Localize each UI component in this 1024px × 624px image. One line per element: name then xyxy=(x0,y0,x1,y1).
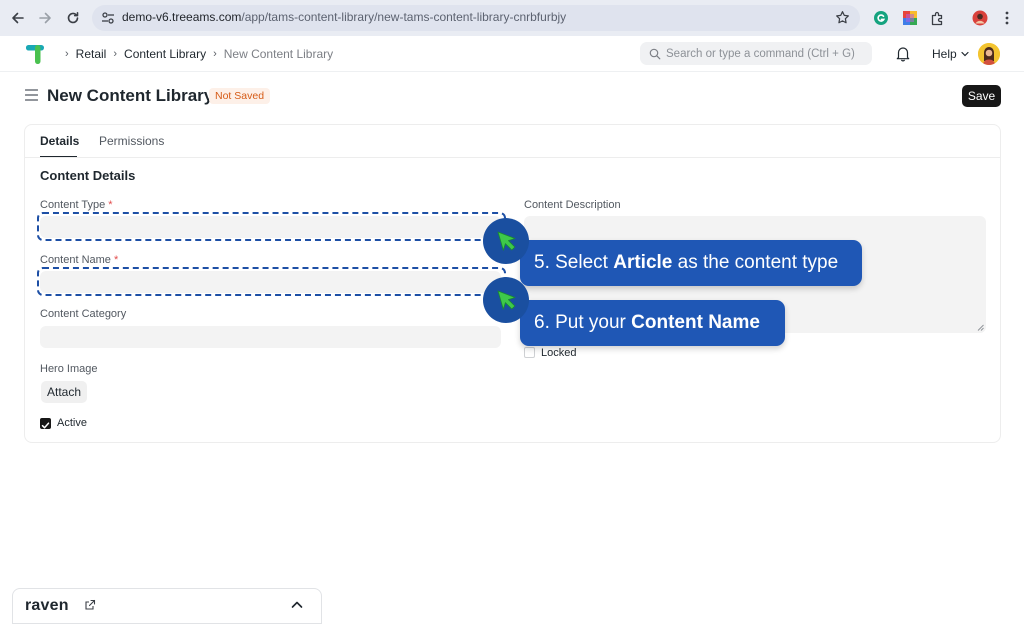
tab-details[interactable]: Details xyxy=(40,134,79,148)
locked-checkbox[interactable] xyxy=(524,347,535,358)
attach-button[interactable]: Attach xyxy=(41,381,87,403)
chevron-up-icon[interactable] xyxy=(290,599,304,611)
help-menu[interactable]: Help xyxy=(932,47,969,61)
content-name-label-text: Content Name xyxy=(40,254,111,266)
callout-step5-suffix: as the content type xyxy=(672,252,839,273)
checkmark-icon xyxy=(41,422,50,429)
breadcrumb: › Retail › Content Library › New Content… xyxy=(58,47,333,61)
url-host: demo-v6.treeams.com xyxy=(122,10,242,24)
callout-step5-prefix: 5. Select xyxy=(534,252,614,273)
help-label: Help xyxy=(932,47,957,61)
content-name-label: Content Name * xyxy=(40,254,118,266)
chevron-right-icon: › xyxy=(113,48,118,60)
active-tab-indicator xyxy=(40,156,77,157)
color-extension-icon[interactable] xyxy=(900,8,920,28)
site-settings-icon[interactable] xyxy=(101,11,115,25)
profile-icon[interactable] xyxy=(970,8,990,28)
grammarly-icon[interactable] xyxy=(871,8,891,28)
save-button[interactable]: Save xyxy=(962,85,1001,107)
chevron-right-icon: › xyxy=(65,48,69,60)
app-navbar: › Retail › Content Library › New Content… xyxy=(0,36,1024,72)
callout-step6-bold: Content Name xyxy=(631,312,760,333)
form-tabs: Details Permissions xyxy=(25,125,1000,158)
app-logo[interactable] xyxy=(24,42,50,66)
required-marker: * xyxy=(114,254,119,266)
required-marker: * xyxy=(108,199,113,211)
tutorial-callout-step6: 6. Put your Content Name xyxy=(520,300,785,346)
raven-chat-widget[interactable]: raven xyxy=(12,588,322,624)
url-text: demo-v6.treeams.com/app/tams-content-lib… xyxy=(122,10,566,24)
reload-icon[interactable] xyxy=(63,8,83,28)
locked-label: Locked xyxy=(541,347,577,359)
puzzle-icon[interactable] xyxy=(928,8,948,28)
breadcrumb-retail[interactable]: Retail xyxy=(76,47,107,61)
kebab-menu-icon[interactable] xyxy=(997,8,1017,28)
content-type-label-text: Content Type xyxy=(40,199,106,211)
content-description-label: Content Description xyxy=(524,199,621,211)
page-title: New Content Library xyxy=(47,86,214,105)
search-icon xyxy=(649,48,661,60)
section-title: Content Details xyxy=(40,168,136,183)
avatar[interactable] xyxy=(978,43,1000,65)
content-type-label: Content Type * xyxy=(40,199,113,211)
active-checkbox[interactable] xyxy=(40,418,51,429)
cursor-pointer-icon xyxy=(483,218,529,264)
chevron-down-icon xyxy=(961,51,969,57)
browser-toolbar: demo-v6.treeams.com/app/tams-content-lib… xyxy=(0,0,1024,36)
bell-icon[interactable] xyxy=(895,45,911,62)
external-link-icon[interactable] xyxy=(84,599,96,611)
callout-step6-prefix: 6. Put your xyxy=(534,312,632,333)
cursor-pointer-icon xyxy=(483,277,529,323)
search-bar[interactable] xyxy=(640,42,872,65)
raven-logo-text: raven xyxy=(25,597,69,614)
search-input[interactable] xyxy=(666,42,866,65)
highlight-content-name xyxy=(37,267,506,296)
highlight-content-type xyxy=(37,212,506,241)
tab-permissions[interactable]: Permissions xyxy=(99,134,164,148)
content-category-field[interactable] xyxy=(40,326,501,348)
tutorial-callout-step5: 5. Select Article as the content type xyxy=(520,240,862,286)
resize-handle-icon[interactable] xyxy=(977,324,984,331)
forward-arrow-icon[interactable] xyxy=(35,8,55,28)
chevron-right-icon: › xyxy=(213,48,217,60)
breadcrumb-current: New Content Library xyxy=(223,47,334,61)
hamburger-icon[interactable] xyxy=(25,89,38,101)
address-bar[interactable]: demo-v6.treeams.com/app/tams-content-lib… xyxy=(92,5,860,31)
back-arrow-icon[interactable] xyxy=(8,8,28,28)
callout-step5-bold: Article xyxy=(613,252,673,273)
active-label: Active xyxy=(57,417,87,429)
breadcrumb-content-library[interactable]: Content Library xyxy=(124,47,206,61)
content-category-label: Content Category xyxy=(40,308,127,320)
hero-image-label: Hero Image xyxy=(40,363,98,375)
star-icon[interactable] xyxy=(835,10,851,26)
url-path: /app/tams-content-library/new-tams-conte… xyxy=(241,10,567,24)
status-badge: Not Saved xyxy=(209,88,271,104)
